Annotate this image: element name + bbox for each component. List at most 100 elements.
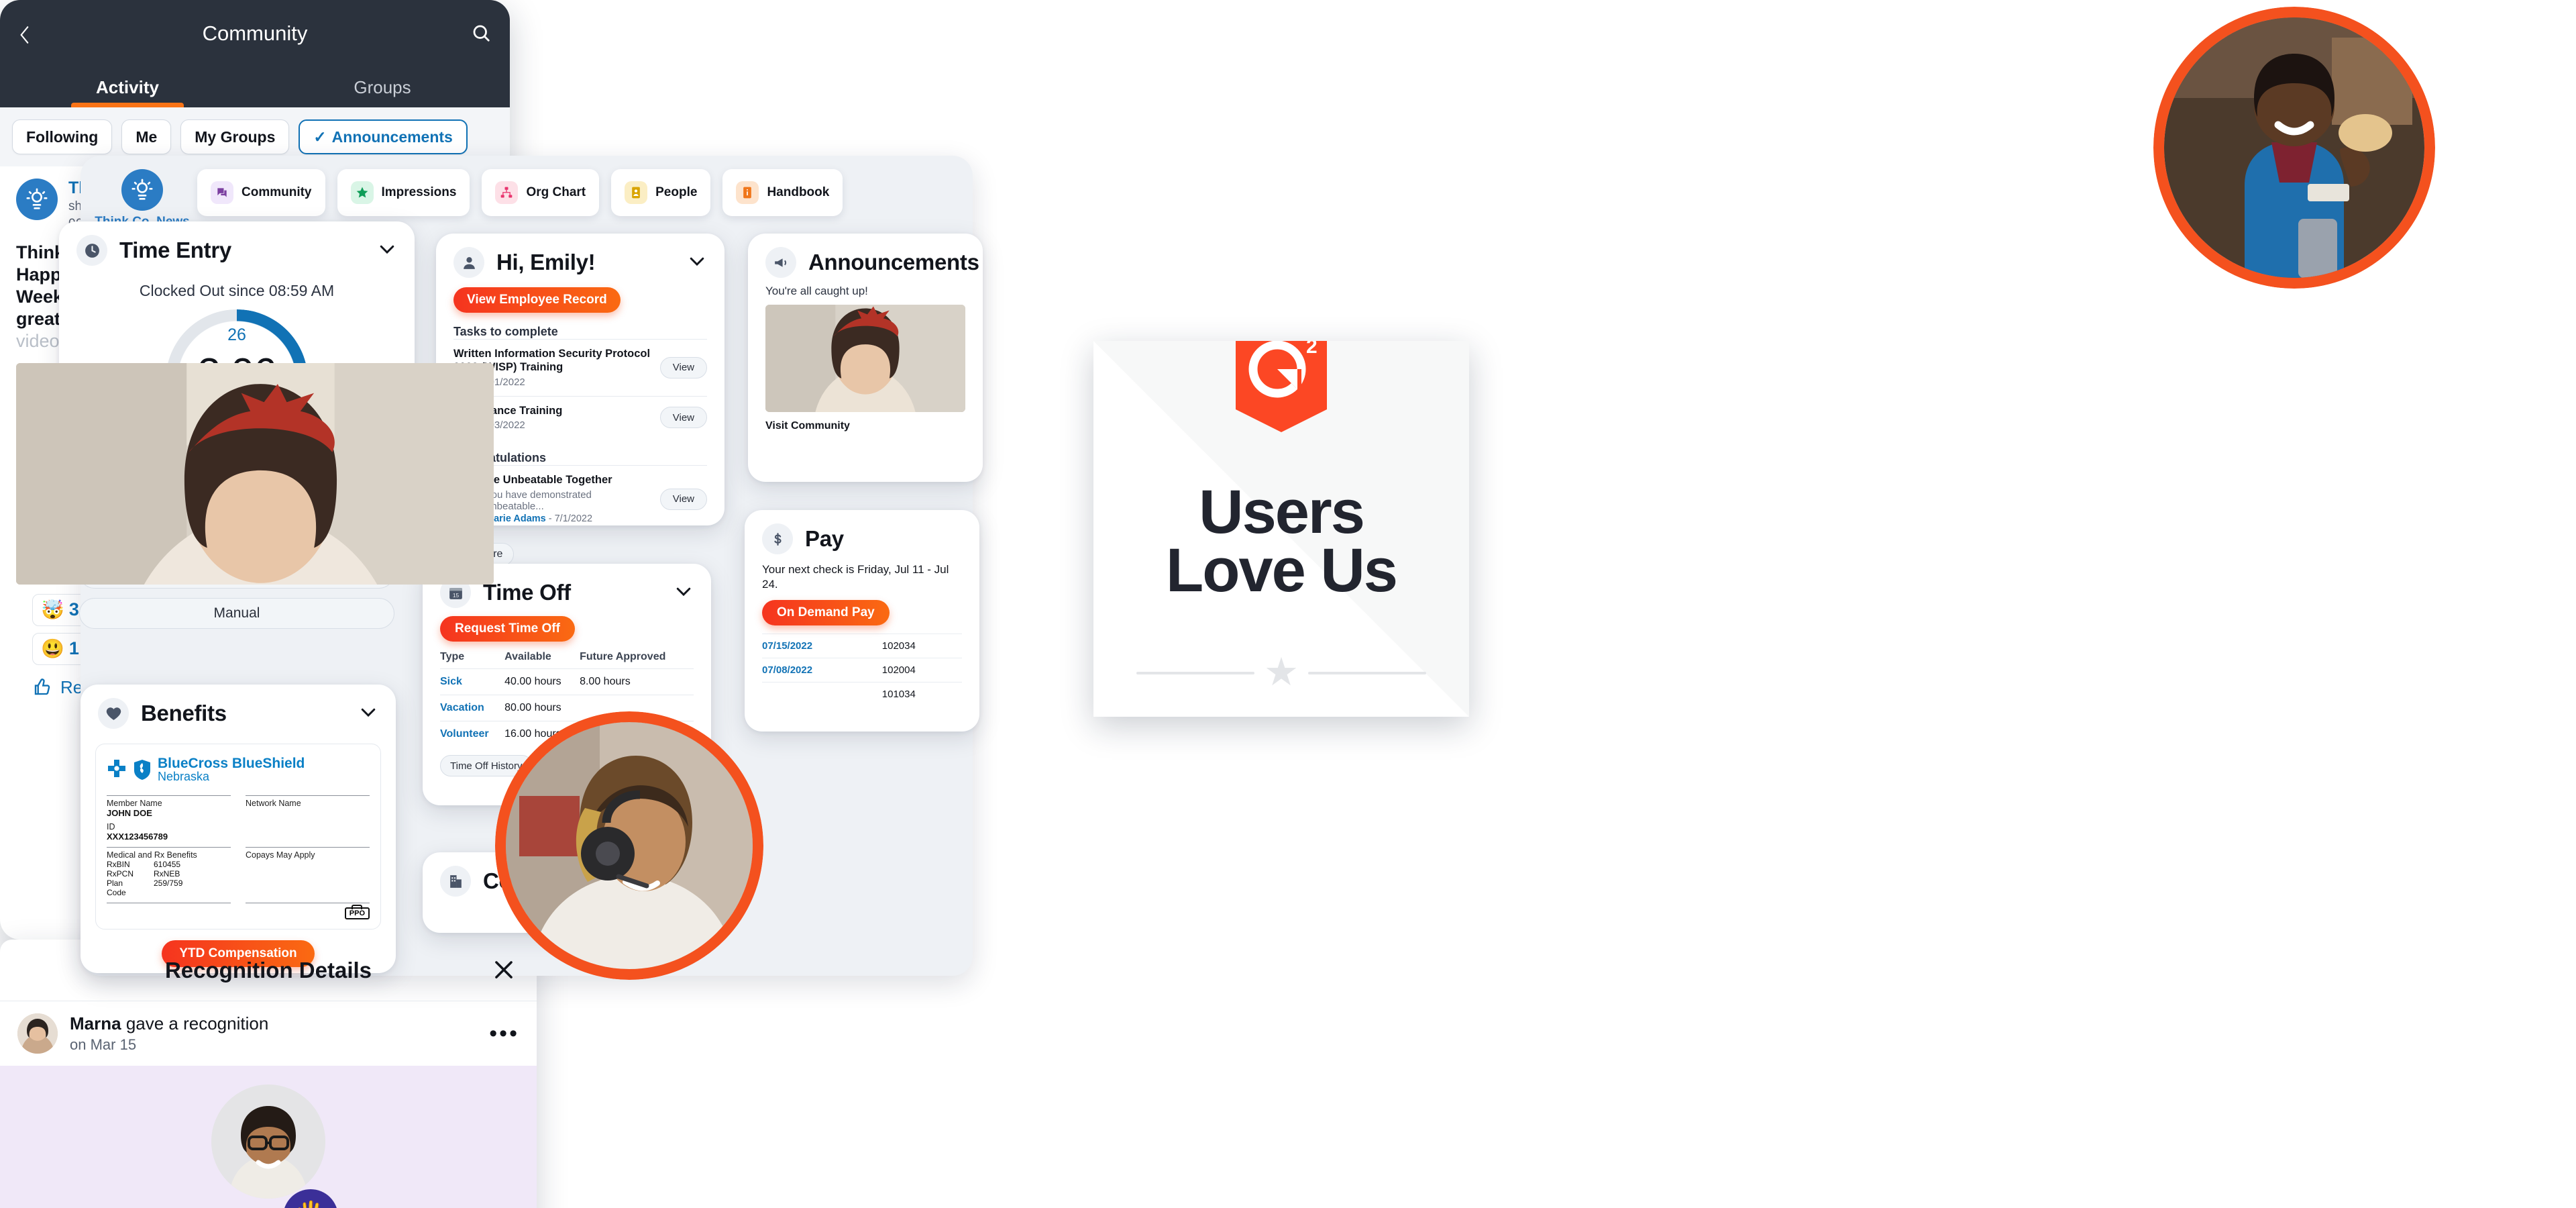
post-photo[interactable] bbox=[16, 362, 494, 585]
time-off-type[interactable]: Sick bbox=[440, 668, 505, 695]
member-id-label: ID bbox=[107, 821, 115, 832]
insurance-card: BlueCross BlueShield Nebraska Member Nam… bbox=[95, 744, 381, 929]
nav-tile-label: Org Chart bbox=[526, 185, 586, 199]
star-icon bbox=[350, 181, 374, 204]
time-off-future: 8.00 hours bbox=[580, 668, 694, 695]
member-id-value: XXX123456789 bbox=[107, 831, 168, 842]
more-horizontal-icon[interactable]: ••• bbox=[489, 1022, 519, 1045]
network-name-label: Network Name bbox=[246, 798, 301, 808]
nav-tile-label: Impressions bbox=[381, 185, 457, 199]
congrats-date: - 7/1/2022 bbox=[548, 513, 593, 525]
badge-line-1: Users bbox=[1199, 478, 1365, 546]
greeting-title: Hi, Emily! bbox=[496, 250, 596, 274]
community-title: Community bbox=[202, 21, 308, 45]
filter-following[interactable]: Following bbox=[12, 119, 113, 154]
top-nav: Think Co. News Community Impressions Org… bbox=[95, 169, 843, 230]
task-view-button[interactable]: View bbox=[659, 356, 707, 379]
card-title: Time Entry bbox=[119, 238, 231, 262]
congrats-title: Be Unbeatable Together bbox=[486, 474, 612, 487]
nav-tile-community[interactable]: Community bbox=[197, 169, 325, 216]
lightbulb-icon bbox=[16, 179, 58, 220]
congrats-view-button[interactable]: View bbox=[659, 488, 707, 510]
view-employee-record-button[interactable]: View Employee Record bbox=[453, 287, 621, 313]
on-demand-pay-button[interactable]: On Demand Pay bbox=[762, 600, 890, 626]
table-row: Sick 40.00 hours 8.00 hours bbox=[440, 668, 694, 695]
lightbulb-icon bbox=[121, 169, 163, 211]
reaction-chip[interactable]: 😃 1 bbox=[32, 632, 88, 665]
filter-my-groups[interactable]: My Groups bbox=[180, 119, 290, 154]
chevron-down-icon[interactable] bbox=[358, 702, 378, 725]
chevron-down-icon[interactable] bbox=[377, 239, 397, 262]
manual-button[interactable]: Manual bbox=[79, 598, 394, 629]
time-off-available: 40.00 hours bbox=[504, 668, 580, 695]
rx-key: Plan Code bbox=[107, 878, 126, 897]
visit-community-link[interactable]: Visit Community bbox=[765, 420, 965, 432]
recognition-details-modal: Recognition Details Marna gave a recogni… bbox=[0, 940, 537, 1208]
org-chart-icon bbox=[495, 181, 519, 204]
giver-action: gave a recognition bbox=[125, 1013, 269, 1034]
card-title: Announcements bbox=[808, 250, 979, 274]
divider-left bbox=[1136, 671, 1254, 674]
recognition-date: on Mar 15 bbox=[70, 1036, 137, 1053]
clock-icon bbox=[76, 235, 107, 266]
pay-date bbox=[762, 682, 882, 707]
brand-think-co-news[interactable]: Think Co. News bbox=[95, 169, 190, 230]
reaction-count: 3 bbox=[68, 599, 79, 620]
announcement-photo bbox=[765, 305, 965, 412]
task-view-button[interactable]: View bbox=[659, 407, 707, 429]
table-row[interactable]: 101034 bbox=[762, 682, 962, 707]
medical-benefits-label: Medical and Rx Benefits bbox=[107, 850, 197, 860]
photo-bubble-worker bbox=[2153, 7, 2435, 289]
book-icon bbox=[736, 181, 759, 204]
nav-tile-people[interactable]: People bbox=[611, 169, 711, 216]
pay-number: 102004 bbox=[881, 658, 962, 683]
g2-users-love-us-badge: 2 Users Love Us ★ bbox=[1093, 341, 1469, 717]
heart-icon bbox=[98, 698, 129, 729]
chat-icon bbox=[211, 181, 233, 204]
time-off-type[interactable]: Vacation bbox=[440, 695, 505, 721]
rx-value: RxNEB bbox=[154, 868, 180, 878]
pay-date: 07/15/2022 bbox=[762, 634, 882, 658]
thumbs-up-icon bbox=[34, 678, 50, 695]
star-icon: ★ bbox=[1264, 650, 1299, 695]
card-title: Pay bbox=[805, 526, 844, 551]
pay-date: 07/08/2022 bbox=[762, 658, 882, 683]
recognition-giver-row: Marna gave a recognition on Mar 15 ••• bbox=[0, 1001, 537, 1066]
member-name-label: Member Name bbox=[107, 798, 162, 808]
search-icon[interactable] bbox=[471, 23, 491, 46]
pay-history-table: 07/15/2022 102034 07/08/2022 102004 101034 bbox=[762, 634, 962, 707]
svg-text:15: 15 bbox=[452, 591, 459, 598]
tab-groups[interactable]: Groups bbox=[255, 77, 510, 107]
collage-stage: Think Co. News Community Impressions Org… bbox=[0, 0, 2576, 1208]
recognition-giver: Marna gave a recognition bbox=[70, 1013, 268, 1034]
announcements-card: Announcements You're all caught up! Visi… bbox=[748, 234, 983, 482]
badge-line-2: Love Us bbox=[1166, 536, 1398, 605]
recipient-avatar bbox=[211, 1085, 325, 1199]
filter-me[interactable]: Me bbox=[121, 119, 172, 154]
time-off-type[interactable]: Volunteer bbox=[440, 721, 505, 747]
badge-footer: ★ bbox=[1136, 650, 1426, 695]
table-row[interactable]: 07/15/2022 102034 bbox=[762, 634, 962, 658]
clock-status: Clocked Out since 08:59 AM bbox=[139, 282, 335, 299]
carrier-name: BlueCross BlueShield bbox=[158, 756, 305, 771]
chevron-down-icon[interactable] bbox=[674, 581, 694, 605]
nav-tile-org-chart[interactable]: Org Chart bbox=[482, 169, 600, 216]
request-time-off-button[interactable]: Request Time Off bbox=[440, 616, 575, 642]
blue-shield-icon bbox=[134, 759, 150, 780]
nav-tile-handbook[interactable]: Handbook bbox=[722, 169, 843, 216]
congrats-author: Marie Adams bbox=[486, 513, 546, 525]
table-row[interactable]: 07/08/2022 102004 bbox=[762, 658, 962, 683]
nav-tile-impressions[interactable]: Impressions bbox=[337, 169, 470, 216]
nav-tile-label: People bbox=[655, 185, 698, 199]
filter-announcements[interactable]: ✓ Announcements bbox=[299, 119, 468, 154]
nav-tile-label: Community bbox=[241, 185, 312, 199]
building-icon bbox=[440, 866, 471, 897]
chevron-down-icon[interactable] bbox=[687, 251, 707, 274]
tab-activity[interactable]: Activity bbox=[0, 77, 255, 107]
recognition-badge-hero: 🖐 Helping Hand bbox=[0, 1066, 537, 1208]
badge-text: Users Love Us bbox=[1093, 478, 1469, 605]
close-icon[interactable] bbox=[491, 957, 517, 983]
rx-value: 259/759 bbox=[154, 878, 183, 888]
megaphone-icon bbox=[765, 247, 796, 278]
rx-row: RxBIN 610455 bbox=[107, 860, 231, 869]
